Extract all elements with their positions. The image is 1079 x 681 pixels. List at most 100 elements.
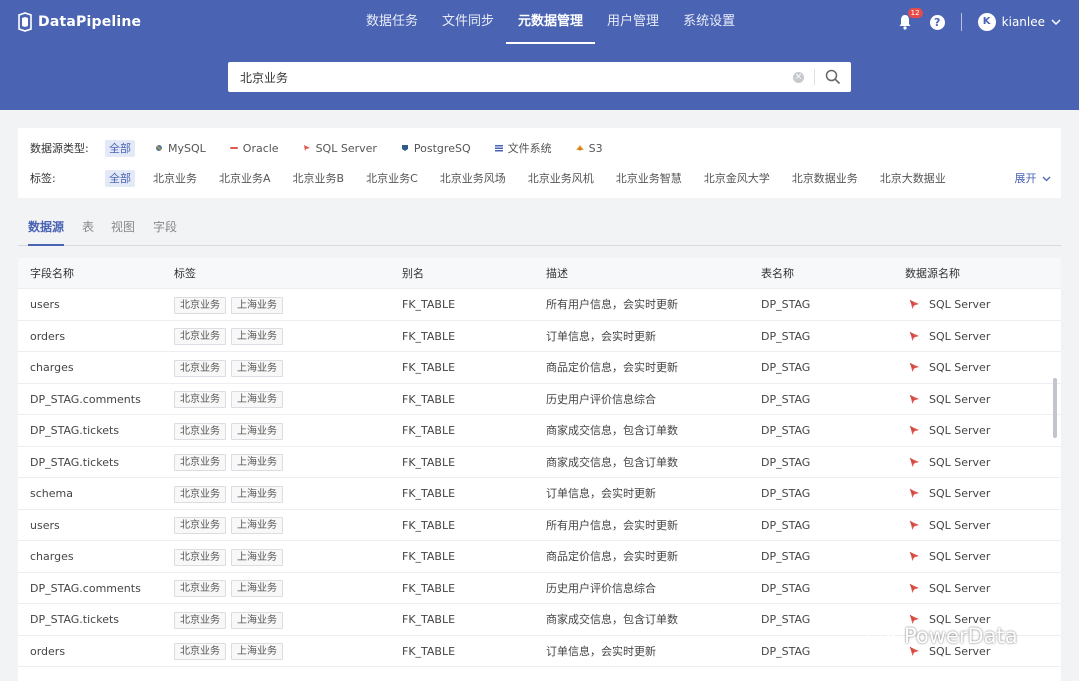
tag-chip[interactable]: 北京业务B	[289, 170, 349, 187]
tab-datasource[interactable]: 数据源	[28, 210, 65, 246]
expand-label: 展开	[1014, 172, 1037, 185]
type-chip-s3[interactable]: S3	[572, 140, 607, 157]
tag-chip[interactable]: 北京业务	[149, 170, 201, 187]
datasource-name[interactable]: SQL Server	[909, 352, 990, 383]
tag-badge[interactable]: 上海业务	[231, 580, 283, 597]
type-chip-oracle[interactable]: Oracle	[226, 140, 283, 157]
datasource-name[interactable]: SQL Server	[909, 510, 990, 541]
col-field-name[interactable]: 字段名称	[30, 258, 74, 289]
datasource-name[interactable]: SQL Server	[909, 289, 990, 320]
tab-view[interactable]: 视图	[111, 210, 135, 246]
tag-badge[interactable]: 北京业务	[174, 548, 226, 566]
tag-chip[interactable]: 北京数据业务	[788, 170, 862, 187]
table-scrollbar[interactable]	[1053, 378, 1057, 438]
tab-field[interactable]: 字段	[153, 210, 177, 246]
notification-button[interactable]: 12	[898, 8, 923, 31]
help-icon[interactable]: ?	[929, 14, 945, 30]
table-row[interactable]: charges 北京业务 上海业务 FK_TABLE 商品定价信息，会实时更新 D…	[18, 352, 1061, 384]
datasource-name[interactable]: SQL Server	[909, 573, 990, 604]
nav-metadata-management[interactable]: 元数据管理	[506, 0, 596, 44]
chevron-down-icon	[1042, 176, 1051, 182]
header-divider	[960, 13, 962, 31]
tag-chip[interactable]: 北京金风大学	[700, 170, 774, 187]
tag-badge[interactable]: 北京业务	[174, 454, 226, 471]
tag-badge[interactable]: 上海业务	[231, 328, 283, 345]
tag-badge[interactable]: 北京业务	[174, 328, 226, 345]
search-icon[interactable]	[825, 69, 841, 85]
type-chip-all[interactable]: 全部	[105, 139, 135, 157]
table-row[interactable]: users 北京业务 上海业务 FK_TABLE 所有用户信息，会实时更新 DP_…	[18, 289, 1061, 321]
col-alias[interactable]: 别名	[402, 258, 424, 289]
datasource-name[interactable]: SQL Server	[909, 415, 990, 446]
col-tags[interactable]: 标签	[174, 258, 196, 289]
tag-badge[interactable]: 北京业务	[174, 580, 226, 597]
search-input[interactable]	[228, 63, 793, 91]
table-row[interactable]: schema 北京业务 上海业务 FK_TABLE 订单信息，会实时更新 DP_S…	[18, 478, 1061, 510]
table-row[interactable]: users 北京业务 上海业务 FK_TABLE 所有用户信息，会实时更新 DP_…	[18, 509, 1061, 541]
user-avatar[interactable]: K	[977, 13, 996, 31]
tag-badge[interactable]: 上海业务	[231, 548, 283, 566]
tag-chip[interactable]: 北京业务风机	[524, 170, 598, 187]
tag-badge[interactable]: 北京业务	[174, 296, 226, 314]
tag-badge[interactable]: 上海业务	[231, 643, 283, 660]
tag-badge[interactable]: 上海业务	[231, 359, 283, 377]
table-row[interactable]: charges 北京业务 上海业务 FK_TABLE 商品定价信息，会实时更新 D…	[18, 541, 1061, 573]
app-logo[interactable]: DataPipeline	[18, 12, 141, 32]
tag-badge[interactable]: 上海业务	[231, 485, 283, 503]
watermark-text: PowerData	[904, 624, 1018, 648]
tag-chip[interactable]: 北京业务智慧	[612, 170, 686, 187]
type-chip-sql-server[interactable]: SQL Server	[299, 140, 381, 157]
table-row[interactable]: DP_STAG.comments 北京业务 上海业务 FK_TABLE 历史用户评…	[18, 383, 1061, 415]
tag-badge[interactable]: 上海业务	[231, 296, 283, 314]
username[interactable]: kianlee	[1002, 15, 1045, 29]
nav-file-sync[interactable]: 文件同步	[430, 0, 506, 44]
type-chip-file-system[interactable]: 文件系统	[491, 140, 556, 157]
field-name: schema	[30, 487, 73, 500]
tag-badge[interactable]: 上海业务	[231, 391, 283, 408]
alias: FK_TABLE	[402, 581, 456, 595]
wechat-icon	[867, 625, 896, 647]
sql-server-icon	[909, 394, 919, 404]
datasource-name[interactable]: SQL Server	[909, 541, 990, 572]
tag-chip[interactable]: 北京大数据业	[876, 170, 950, 187]
datasource-name[interactable]: SQL Server	[909, 321, 990, 352]
type-chip-postgresql[interactable]: PostgreSQ	[397, 140, 475, 157]
tab-table[interactable]: 表	[82, 210, 94, 246]
type-chip-sql-server-label: SQL Server	[315, 141, 377, 155]
table-row[interactable]: DP_STAG.tickets 北京业务 上海业务 FK_TABLE 商家成交信息…	[18, 446, 1061, 478]
table-row[interactable]: DP_STAG.tickets 北京业务 上海业务 FK_TABLE 商家成交信息…	[18, 415, 1061, 447]
nav-data-tasks[interactable]: 数据任务	[354, 0, 430, 44]
tag-chip-all[interactable]: 全部	[105, 169, 135, 187]
col-description[interactable]: 描述	[546, 258, 568, 289]
clear-search-icon[interactable]: ×	[793, 71, 804, 83]
tag-badge[interactable]: 上海业务	[231, 611, 283, 629]
tag-badge[interactable]: 上海业务	[231, 517, 283, 534]
col-datasource-name[interactable]: 数据源名称	[905, 258, 960, 289]
tag-badge[interactable]: 北京业务	[174, 359, 226, 377]
tag-chip[interactable]: 北京业务C	[362, 170, 422, 187]
tag-badge[interactable]: 北京业务	[174, 611, 226, 629]
tag-badge[interactable]: 上海业务	[231, 422, 283, 440]
tag-badge[interactable]: 北京业务	[174, 391, 226, 408]
chevron-down-icon[interactable]	[1051, 19, 1061, 25]
datasource-name[interactable]: SQL Server	[909, 478, 990, 509]
row-tags: 北京业务 上海业务	[174, 415, 288, 446]
datasource-name[interactable]: SQL Server	[909, 384, 990, 415]
tag-badge[interactable]: 北京业务	[174, 643, 226, 660]
table-row[interactable]: orders 北京业务 上海业务 FK_TABLE 订单信息，会实时更新 DP_S…	[18, 320, 1061, 352]
tag-badge[interactable]: 北京业务	[174, 422, 226, 440]
nav-user-management[interactable]: 用户管理	[595, 0, 671, 44]
tag-chip[interactable]: 北京业务A	[215, 170, 275, 187]
row-tags: 北京业务 上海业务	[174, 289, 288, 320]
tag-chip[interactable]: 北京业务风场	[436, 170, 510, 187]
tag-badge[interactable]: 北京业务	[174, 517, 226, 534]
nav-system-settings[interactable]: 系统设置	[671, 0, 747, 44]
type-chip-mysql[interactable]: MySQL	[151, 140, 210, 157]
table-row[interactable]: DP_STAG.comments 北京业务 上海业务 FK_TABLE 历史用户评…	[18, 572, 1061, 604]
datasource-name[interactable]: SQL Server	[909, 447, 990, 478]
col-table-name[interactable]: 表名称	[761, 258, 794, 289]
expand-tags-button[interactable]: 展开	[1015, 170, 1052, 186]
field-name: DP_STAG.comments	[30, 392, 141, 406]
tag-badge[interactable]: 北京业务	[174, 485, 226, 503]
tag-badge[interactable]: 上海业务	[231, 454, 283, 471]
